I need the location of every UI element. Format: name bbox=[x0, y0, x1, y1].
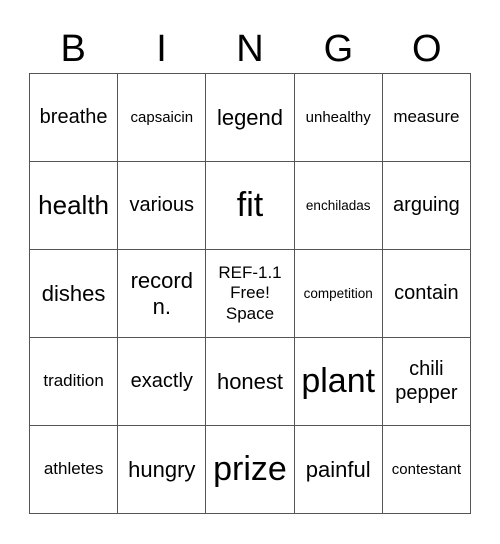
bingo-cell[interactable]: capsaicin bbox=[118, 74, 207, 162]
bingo-cell[interactable]: hungry bbox=[118, 426, 207, 514]
bingo-cell[interactable]: enchiladas bbox=[294, 162, 383, 250]
bingo-cell[interactable]: chili pepper bbox=[382, 338, 471, 426]
bingo-header: B I N G O bbox=[29, 24, 471, 74]
bingo-cell[interactable]: competition bbox=[294, 250, 383, 338]
header-letter-b: B bbox=[60, 28, 86, 70]
header-letter-n: N bbox=[236, 28, 264, 70]
bingo-cell[interactable]: honest bbox=[206, 338, 295, 426]
bingo-cell[interactable]: measure bbox=[382, 74, 471, 162]
header-letter-o: O bbox=[411, 28, 442, 70]
bingo-cell[interactable]: contestant bbox=[382, 426, 471, 514]
header-letter-i: I bbox=[156, 28, 167, 70]
bingo-cell[interactable]: tradition bbox=[30, 338, 119, 426]
bingo-cell[interactable]: legend bbox=[206, 74, 295, 162]
bingo-grid: breathe capsaicin legend unhealthy measure he… bbox=[29, 73, 471, 514]
header-letter-g: G bbox=[323, 28, 354, 70]
bingo-cell[interactable]: breathe bbox=[30, 74, 119, 162]
bingo-cell[interactable]: dishes bbox=[30, 250, 119, 338]
bingo-cell[interactable]: plant bbox=[294, 338, 383, 426]
bingo-cell[interactable]: contain bbox=[382, 250, 471, 338]
bingo-cell[interactable]: health bbox=[30, 162, 119, 250]
bingo-cell[interactable]: record n. bbox=[118, 250, 207, 338]
bingo-cell[interactable]: unhealthy bbox=[294, 74, 383, 162]
bingo-cell[interactable]: painful bbox=[294, 426, 383, 514]
bingo-cell[interactable]: athletes bbox=[30, 426, 119, 514]
bingo-cell[interactable]: prize bbox=[206, 426, 295, 514]
bingo-cell[interactable]: fit bbox=[206, 162, 295, 250]
bingo-cell[interactable]: arguing bbox=[382, 162, 471, 250]
bingo-cell[interactable]: exactly bbox=[118, 338, 207, 426]
bingo-cell[interactable]: various bbox=[118, 162, 207, 250]
free-space-cell[interactable]: REF-1.1 Free! Space bbox=[206, 250, 295, 338]
